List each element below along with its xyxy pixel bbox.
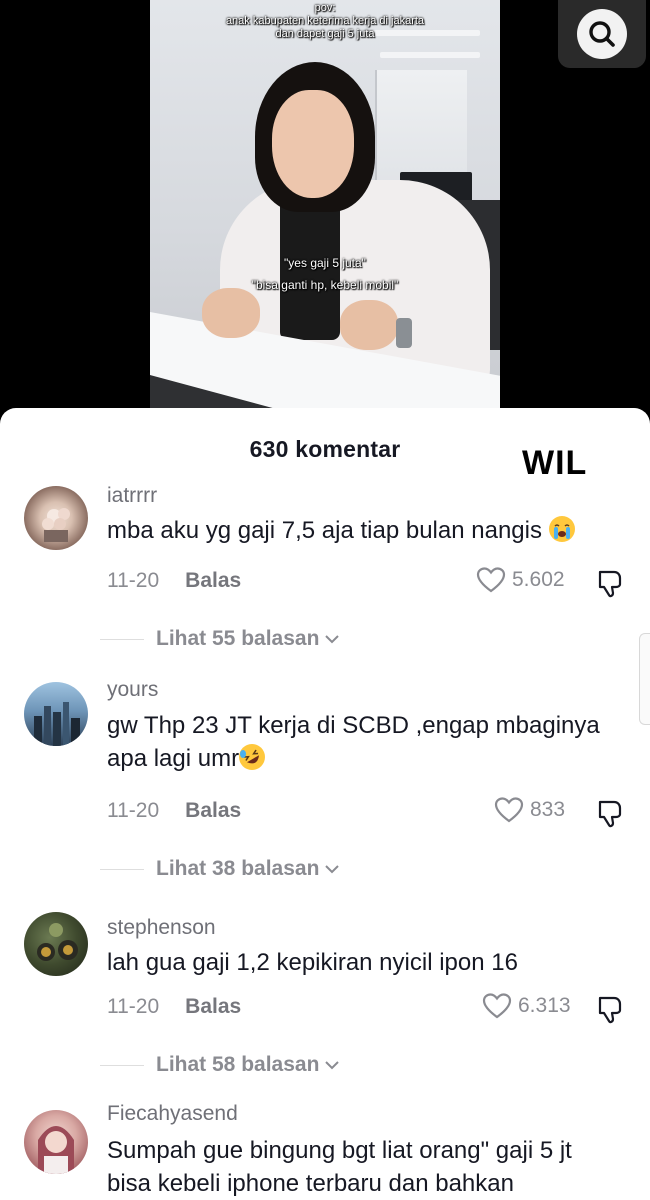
view-replies-label: Lihat 58 balasan [156,1053,320,1076]
video-player[interactable]: pov: anak kabupaten keterima kerja di ja… [150,0,500,410]
caption-line: pov: [314,2,336,14]
comment-meta: 11-20 Balas [107,569,241,593]
like-button[interactable]: 833 [494,796,565,824]
divider [100,638,144,640]
comment-username[interactable]: iatrrrr [107,484,157,508]
view-replies-button[interactable]: Lihat 58 balasan [100,1053,341,1077]
comments-sheet: 630 komentar WIL iatrrrr mba aku yg gaji… [0,408,650,1200]
like-button[interactable]: 6.313 [482,992,571,1020]
comment-text: Sumpah gue bingung bgt liat orang" gaji … [107,1137,572,1197]
like-count: 833 [530,798,566,821]
comment-date: 11-20 [107,995,160,1018]
profile-photo-icon [38,1126,74,1174]
reply-button[interactable]: Balas [185,995,241,1018]
dislike-icon[interactable] [594,798,626,830]
comment-meta: 11-20 Balas [107,995,241,1019]
avatar-image-icon [37,923,78,961]
view-replies-button[interactable]: Lihat 55 balasan [100,627,341,651]
flower-bouquet-icon [42,508,70,542]
dislike-icon[interactable] [594,568,626,600]
comment-date: 11-20 [107,799,160,822]
wristwatch [396,318,412,348]
heart-icon [494,797,524,823]
heart-icon [482,993,512,1019]
comment-text: gw Thp 23 JT kerja di SCBD ,engap mbagin… [107,709,627,775]
comment-date: 11-20 [107,569,160,592]
avatar[interactable] [24,486,88,550]
video-caption: pov: anak kabupaten keterima kerja di ja… [150,2,500,41]
divider [100,1064,144,1066]
comment-text: lah gua gaji 1,2 kepikiran nyicil ipon 1… [107,949,518,976]
comment-text-body: mba aku yg gaji 7,5 aja tiap bulan nangi… [107,517,542,544]
avatar[interactable] [24,682,88,746]
heart-icon [476,567,506,593]
reply-button[interactable]: Balas [185,799,241,822]
loudly-crying-face-icon [548,516,575,542]
rolling-on-floor-laughing-icon [239,744,266,770]
like-count: 6.313 [518,994,571,1017]
comment-text: mba aku yg gaji 7,5 aja tiap bulan nangi… [107,514,627,547]
view-replies-button[interactable]: Lihat 38 balasan [100,857,341,881]
comment-username[interactable]: stephenson [107,916,216,940]
comment-text-body: gw Thp 23 JT kerja di SCBD ,engap mbagin… [107,712,600,772]
reply-button[interactable]: Balas [185,569,241,592]
search-button[interactable] [558,0,646,68]
chevron-down-icon [325,1061,340,1070]
comment-username[interactable]: Fiecahyasend [107,1102,238,1126]
caption-line: dan dapet gaji 5 juta [275,28,375,40]
person-right-hand [340,300,398,350]
chevron-down-icon [325,635,340,644]
video-quote: "bisa ganti hp, kebeli mobil" [251,278,399,292]
dislike-icon[interactable] [594,994,626,1026]
video-quote: "yes gaji 5 juta" [284,256,366,270]
chevron-down-icon [325,865,340,874]
like-button[interactable]: 5.602 [476,566,565,594]
person-left-hand [202,288,260,338]
city-skyline-icon [34,702,80,746]
view-replies-label: Lihat 38 balasan [156,857,320,880]
avatar[interactable] [24,1110,88,1174]
person-face [272,90,354,198]
scroll-handle[interactable] [639,633,650,725]
caption-line: anak kabupaten keterima kerja di jakarta [225,15,425,27]
watermark: WIL [522,444,588,482]
view-replies-label: Lihat 55 balasan [156,627,320,650]
comment-meta: 11-20 Balas [107,799,241,823]
ceiling-light [380,52,480,58]
comment-username[interactable]: yours [107,678,158,702]
divider [100,868,144,870]
like-count: 5.602 [512,568,565,591]
avatar[interactable] [24,912,88,976]
search-icon [577,9,627,59]
